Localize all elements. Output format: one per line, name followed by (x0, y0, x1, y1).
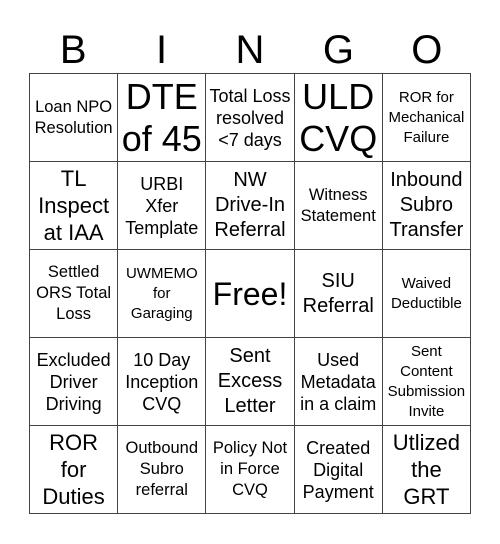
cell-text: URBI Xfer Template (125, 173, 199, 238)
bingo-cell[interactable]: 10 Day Inception CVQ (118, 338, 207, 426)
bingo-cell[interactable]: Settled ORS Total Loss (30, 250, 119, 338)
bingo-cell[interactable]: Inbound Subro Transfer (382, 162, 471, 250)
bingo-cell[interactable]: NW Drive-In Referral (206, 162, 295, 250)
cell-text: TL Inspect at IAA (38, 166, 110, 245)
cell-text: DTE of 45 (121, 75, 202, 159)
bingo-cell[interactable]: Used Metadata in a claim (294, 338, 383, 426)
bingo-cell[interactable]: Excluded Driver Driving (30, 338, 119, 426)
cell-text: SIU Referral (302, 269, 374, 317)
cell-text: Waived Deductible (390, 274, 462, 312)
bingo-cell[interactable]: Loan NPO Resolution (30, 74, 119, 162)
bingo-cell[interactable]: ROR for Mechanical Failure (382, 74, 471, 162)
bingo-cell[interactable]: ULD CVQ (294, 74, 383, 162)
header-letter-g: G (322, 28, 354, 72)
cell-text: UWMEMO for Garaging (125, 264, 198, 322)
bingo-cell[interactable]: TL Inspect at IAA (30, 162, 119, 250)
cell-text: Sent Excess Letter (217, 345, 283, 417)
cell-text: Inbound Subro Transfer (389, 169, 464, 241)
bingo-card-grid: Loan NPO Resolution DTE of 45 Total Loss… (29, 73, 471, 514)
cell-text: Used Metadata in a claim (300, 349, 377, 414)
bingo-cell[interactable]: DTE of 45 (118, 74, 207, 162)
bingo-cell[interactable]: Witness Statement (294, 162, 383, 250)
cell-text: Total Loss resolved <7 days (209, 85, 291, 150)
bingo-cell[interactable]: Policy Not in Force CVQ (206, 426, 295, 514)
cell-text: ULD CVQ (299, 75, 378, 159)
cell-text: ROR for Duties (42, 430, 105, 509)
bingo-cell[interactable]: ROR for Duties (30, 426, 119, 514)
bingo-cell[interactable]: URBI Xfer Template (118, 162, 207, 250)
cell-text: Settled ORS Total Loss (36, 263, 112, 323)
cell-text: Loan NPO Resolution (34, 97, 113, 137)
bingo-cell[interactable]: Created Digital Payment (294, 426, 383, 514)
bingo-cell[interactable]: Utlized the GRT (382, 426, 471, 514)
header-letter-i: I (156, 28, 168, 72)
bingo-cell[interactable]: Outbound Subro referral (118, 426, 207, 514)
header-letter-n: N (235, 28, 265, 72)
cell-text: Policy Not in Force CVQ (212, 439, 288, 499)
bingo-cell[interactable]: Total Loss resolved <7 days (206, 74, 295, 162)
free-space-text: Free! (212, 275, 288, 312)
bingo-cell[interactable]: UWMEMO for Garaging (118, 250, 207, 338)
cell-text: Excluded Driver Driving (36, 349, 111, 414)
cell-text: Created Digital Payment (302, 437, 374, 502)
bingo-cell[interactable]: SIU Referral (294, 250, 383, 338)
cell-text: Outbound Subro referral (125, 439, 199, 499)
bingo-cell[interactable]: Waived Deductible (382, 250, 471, 338)
cell-text: Utlized the GRT (392, 430, 461, 509)
cell-text: ROR for Mechanical Failure (388, 88, 465, 146)
cell-text: 10 Day Inception CVQ (125, 349, 199, 414)
bingo-cell[interactable]: Sent Content Submission Invite (382, 338, 471, 426)
bingo-header: B I N G O (29, 28, 471, 73)
bingo-cell[interactable]: Sent Excess Letter (206, 338, 295, 426)
free-space-cell[interactable]: Free! (206, 250, 295, 338)
cell-text: Sent Content Submission Invite (387, 342, 466, 420)
cell-text: Witness Statement (300, 185, 376, 225)
header-letter-b: B (59, 28, 87, 72)
cell-text: NW Drive-In Referral (214, 169, 286, 241)
header-letter-o: O (411, 28, 443, 72)
